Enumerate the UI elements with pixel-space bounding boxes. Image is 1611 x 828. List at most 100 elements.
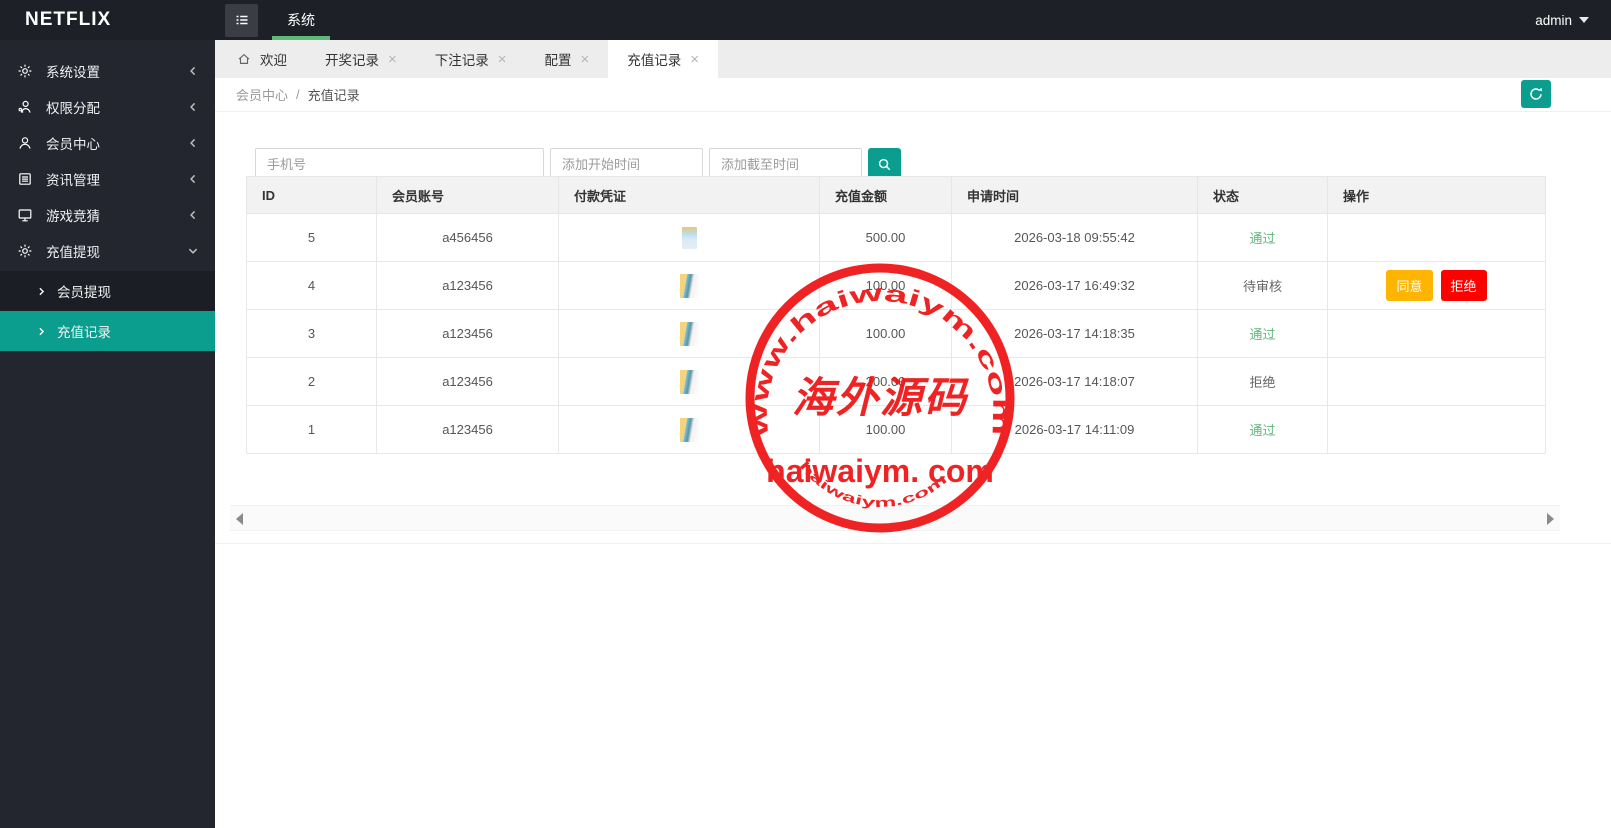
close-icon[interactable]: × xyxy=(690,52,699,67)
cell-time: 2026-03-18 09:55:42 xyxy=(952,214,1198,262)
cell-status: 通过 xyxy=(1198,310,1328,358)
column-header: 申请时间 xyxy=(952,177,1198,214)
breadcrumb-current: 充值记录 xyxy=(308,85,360,104)
sidebar-item-4[interactable]: 游戏竞猜 xyxy=(0,197,215,233)
cell-amount: 100.00 xyxy=(820,406,952,454)
cell-actions xyxy=(1328,406,1546,454)
cell-voucher xyxy=(559,262,820,310)
gear-icon xyxy=(17,243,33,259)
tab-1[interactable]: 开奖记录 × xyxy=(306,40,416,78)
cell-status: 通过 xyxy=(1198,406,1328,454)
cell-id: 1 xyxy=(247,406,377,454)
chevron-left-icon xyxy=(188,174,198,184)
tab-3[interactable]: 配置 × xyxy=(526,40,609,78)
voucher-image[interactable] xyxy=(680,418,699,442)
cell-time: 2026-03-17 14:18:07 xyxy=(952,358,1198,406)
status-badge: 通过 xyxy=(1249,327,1275,342)
cell-account: a456456 xyxy=(377,214,559,262)
column-header: 会员账号 xyxy=(377,177,559,214)
close-icon[interactable]: × xyxy=(581,52,590,67)
cell-amount: 100.00 xyxy=(820,262,952,310)
records-table-wrap: ID会员账号付款凭证充值金额申请时间状态操作 5 a456456 500.00 … xyxy=(246,176,1545,454)
reject-button[interactable]: 拒绝 xyxy=(1441,270,1487,301)
table-row: 1 a123456 100.00 2026-03-17 14:11:09 通过 xyxy=(247,406,1546,454)
cell-amount: 500.00 xyxy=(820,214,952,262)
cell-status: 拒绝 xyxy=(1198,358,1328,406)
hamburger-button[interactable] xyxy=(225,4,258,37)
cell-id: 5 xyxy=(247,214,377,262)
sidebar-subitem-label: 充值记录 xyxy=(57,321,111,341)
user-key-icon xyxy=(17,99,33,115)
home-icon xyxy=(237,52,251,66)
column-header: 状态 xyxy=(1198,177,1328,214)
scroll-right-icon[interactable] xyxy=(1547,513,1554,525)
chevron-right-icon xyxy=(37,287,46,296)
cell-time: 2026-03-17 14:18:35 xyxy=(952,310,1198,358)
voucher-image[interactable] xyxy=(680,322,699,346)
cell-voucher xyxy=(559,358,820,406)
sidebar-item-label: 会员中心 xyxy=(46,133,100,153)
brand-logo: NETFLIX xyxy=(0,0,215,40)
column-header: 付款凭证 xyxy=(559,177,820,214)
sidebar-item-3[interactable]: 资讯管理 xyxy=(0,161,215,197)
refresh-icon xyxy=(1528,86,1544,102)
sidebar-subitem-1[interactable]: 充值记录 xyxy=(0,311,215,351)
menu-list-icon xyxy=(233,11,251,29)
table-row: 4 a123456 100.00 2026-03-17 16:49:32 待审核… xyxy=(247,262,1546,310)
close-icon[interactable]: × xyxy=(388,52,397,67)
user-icon xyxy=(17,135,33,151)
sidebar-submenu: 会员提现 充值记录 xyxy=(0,271,215,351)
chevron-left-icon xyxy=(188,210,198,220)
approve-button[interactable]: 同意 xyxy=(1386,270,1432,301)
sidebar-item-label: 游戏竞猜 xyxy=(46,205,100,225)
refresh-button[interactable] xyxy=(1521,80,1551,108)
sidebar-item-label: 充值提现 xyxy=(46,241,100,261)
cell-actions xyxy=(1328,214,1546,262)
cell-account: a123456 xyxy=(377,310,559,358)
chevron-left-icon xyxy=(188,102,198,112)
topnav-label: 系统 xyxy=(287,10,315,30)
tab-2[interactable]: 下注记录 × xyxy=(416,40,526,78)
sidebar-item-2[interactable]: 会员中心 xyxy=(0,125,215,161)
cell-status: 通过 xyxy=(1198,214,1328,262)
topbar: 系统 admin xyxy=(215,0,1611,40)
tabbar: 欢迎 开奖记录 × 下注记录 × 配置 × 充值记录 × xyxy=(215,40,1611,78)
sidebar-item-label: 资讯管理 xyxy=(46,169,100,189)
cell-account: a123456 xyxy=(377,358,559,406)
cell-time: 2026-03-17 14:11:09 xyxy=(952,406,1198,454)
cell-amount: 200.00 xyxy=(820,358,952,406)
tab-4[interactable]: 充值记录 × xyxy=(608,40,718,78)
sidebar-item-label: 权限分配 xyxy=(46,97,100,117)
svg-text:haiwaiym.com: haiwaiym.com xyxy=(797,458,950,510)
chevron-left-icon xyxy=(188,66,198,76)
breadcrumb-parent[interactable]: 会员中心 xyxy=(236,85,288,104)
sidebar: NETFLIX 系统设置 权限分配 会员中心 资讯管理 游戏竞猜 充值提现 xyxy=(0,0,215,828)
close-icon[interactable]: × xyxy=(498,52,507,67)
sidebar-item-1[interactable]: 权限分配 xyxy=(0,89,215,125)
voucher-image[interactable] xyxy=(680,274,699,298)
cell-actions xyxy=(1328,358,1546,406)
sidebar-item-label: 系统设置 xyxy=(46,61,100,81)
voucher-image[interactable] xyxy=(680,370,699,394)
sidebar-item-0[interactable]: 系统设置 xyxy=(0,53,215,89)
chevron-left-icon xyxy=(188,138,198,148)
caret-down-icon xyxy=(1579,17,1589,23)
scroll-left-icon[interactable] xyxy=(236,513,243,525)
main-area: 欢迎 开奖记录 × 下注记录 × 配置 × 充值记录 × 会员中心 / 充值记录 xyxy=(215,40,1611,828)
sidebar-subitem-0[interactable]: 会员提现 xyxy=(0,271,215,311)
cell-actions xyxy=(1328,310,1546,358)
cell-voucher xyxy=(559,214,820,262)
column-header: 充值金额 xyxy=(820,177,952,214)
cell-id: 4 xyxy=(247,262,377,310)
table-row: 2 a123456 200.00 2026-03-17 14:18:07 拒绝 xyxy=(247,358,1546,406)
voucher-image[interactable] xyxy=(682,227,697,249)
cell-id: 2 xyxy=(247,358,377,406)
user-menu[interactable]: admin xyxy=(1535,0,1589,40)
topnav-item-system[interactable]: 系统 xyxy=(258,0,344,40)
stamp-bottom-text: haiwaiym.com xyxy=(797,458,950,510)
horizontal-scrollbar[interactable] xyxy=(230,505,1560,531)
tab-label: 充值记录 xyxy=(627,49,681,69)
tab-0[interactable]: 欢迎 xyxy=(218,40,306,78)
sidebar-item-5[interactable]: 充值提现 xyxy=(0,233,215,269)
column-header: 操作 xyxy=(1328,177,1546,214)
